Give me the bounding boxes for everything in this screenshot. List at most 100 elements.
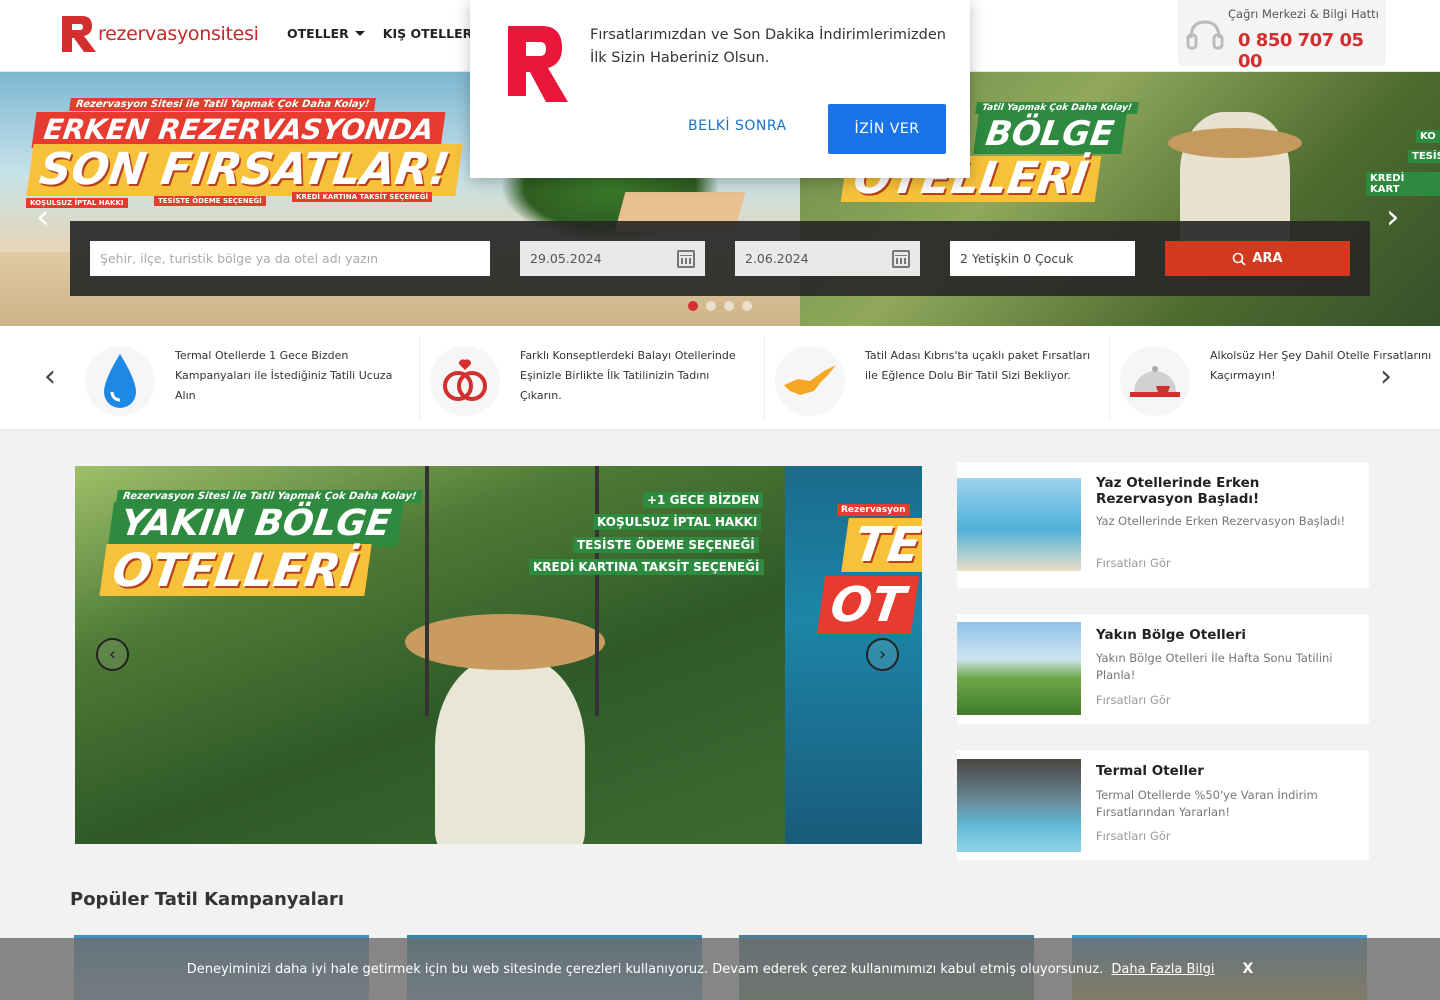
woman-on-swing — [435, 656, 585, 844]
logo-r-icon — [62, 16, 96, 52]
logo-text: rezervasyonsitesi — [98, 23, 259, 45]
hero-left-tagline: Rezervasyon Sitesi ile Tatil Yapmak Çok … — [69, 98, 377, 111]
call-center-box[interactable]: Çağrı Merkezi & Bilgi Hattı 0 850 707 05… — [1178, 0, 1386, 72]
cookie-more-info-link[interactable]: Daha Fazla Bilgi — [1111, 962, 1214, 977]
calendar-icon — [892, 249, 910, 268]
strip-next-arrow[interactable]: › — [1380, 362, 1392, 392]
hero-right-tag-2: TESİS — [1408, 150, 1440, 163]
slide-tag-3: TESİSTE ÖDEME SEÇENEĞİ — [573, 537, 759, 553]
maybe-later-button[interactable]: BELKİ SONRA — [688, 118, 787, 134]
search-button[interactable]: ARA — [1165, 241, 1350, 276]
slide-tag-1: +1 GECE BİZDEN — [643, 492, 764, 508]
card-link[interactable]: Fırsatları Gör — [1096, 829, 1171, 843]
nav-oteller-label: OTELLER — [287, 26, 349, 41]
search-button-label: ARA — [1252, 251, 1283, 266]
guest-selector[interactable]: 2 Yetişkin 0 Çocuk — [950, 241, 1135, 276]
campaign-card[interactable]: Yaz Otellerinde Erken Rezervasyon Başlad… — [957, 462, 1369, 588]
card-description: Termal Otellerde %50'ye Varan İndirim Fı… — [1096, 788, 1318, 819]
hiking-landscape-image — [957, 622, 1081, 715]
hero-left-tag-3: KREDİ KARTINA TAKSİT SEÇENEĞİ — [292, 192, 433, 202]
campaign-card[interactable]: Termal Oteller Termal Otellerde %50'ye V… — [957, 750, 1369, 860]
card-link[interactable]: Fırsatları Gör — [1096, 556, 1171, 570]
checkin-date-input[interactable]: 29.05.2024 — [520, 241, 705, 276]
main-nav: OTELLER KIŞ OTELLERİ — [287, 26, 477, 41]
hero-right-tag-1: KO — [1416, 130, 1440, 143]
hero-prev-arrow[interactable]: ‹ — [36, 200, 50, 234]
hero-right-line1: BÖLGE — [973, 114, 1127, 154]
cyprus-map-icon — [775, 346, 845, 416]
calendar-icon — [677, 249, 695, 268]
slide-line1: YAKIN BÖLGE — [107, 502, 404, 546]
feature-text: Tatil Adası Kıbrıs'ta uçaklı paket Fırsa… — [865, 349, 1091, 382]
feature-text: Termal Otellerde 1 Gece Bizden Kampanyal… — [175, 349, 393, 402]
logo-r-icon — [508, 26, 568, 102]
preview-tag: Rezervasyon — [837, 504, 910, 516]
chevron-down-icon — [354, 31, 365, 36]
hero-left-line2: SON FIRSATLAR! — [26, 144, 463, 196]
feature-text: Farklı Konseptlerdeki Balayı Otellerinde… — [520, 349, 736, 402]
family-beach-image — [957, 478, 1081, 571]
site-logo[interactable]: rezervasyonsitesi — [60, 14, 259, 54]
cookie-text: Deneyiminizi daha iyi hale getirmek için… — [186, 961, 1104, 977]
thermal-pool-image — [957, 759, 1081, 852]
call-center-label: Çağrı Merkezi & Bilgi Hattı — [1228, 7, 1379, 21]
hero-left-tag-2: TESİSTE ÖDEME SEÇENEĞİ — [154, 196, 266, 206]
hero-left-line1: ERKEN REZERVASYONDA — [31, 112, 446, 148]
nav-oteller[interactable]: OTELLER — [287, 26, 365, 41]
hotel-search-bar: Şehir, ilçe, turistik bölge ya da otel a… — [70, 221, 1370, 296]
feature-balayi[interactable]: Farklı Konseptlerdeki Balayı Otellerinde… — [420, 336, 765, 420]
slider-next-button[interactable]: › — [866, 638, 899, 671]
feature-termal[interactable]: Termal Otellerde 1 Gece Bizden Kampanyal… — [75, 336, 420, 420]
hero-next-arrow[interactable]: › — [1386, 200, 1400, 234]
popular-campaigns-title: Popüler Tatil Kampanyaları — [70, 889, 345, 910]
swing-rope-right — [595, 466, 599, 716]
cloche-icon — [1120, 346, 1190, 416]
strip-prev-arrow[interactable]: ‹ — [44, 362, 56, 392]
hero-dots — [688, 301, 752, 311]
slide-tag-2: KOŞULSUZ İPTAL HAKKI — [593, 514, 762, 530]
card-title[interactable]: Termal Oteller — [1096, 763, 1356, 779]
campaign-slider: Rezervasyon Sitesi ile Tatil Yapmak Çok … — [75, 466, 922, 844]
card-description: Yaz Otellerinde Erken Rezervasyon Başlad… — [1096, 514, 1346, 528]
notification-permission-popup: Fırsatlarımızdan ve Son Dakika İndirimle… — [470, 0, 970, 178]
headset-icon — [1186, 20, 1224, 50]
campaign-card[interactable]: Yakın Bölge Otelleri Yakın Bölge Oteller… — [957, 614, 1369, 724]
campaign-slide-next-preview: Rezervasyon TE OT — [785, 466, 922, 844]
checkin-date-value: 29.05.2024 — [530, 251, 602, 266]
destination-input[interactable]: Şehir, ilçe, turistik bölge ya da otel a… — [90, 241, 490, 276]
search-icon — [1233, 252, 1246, 266]
straw-hat — [405, 614, 605, 670]
checkout-date-input[interactable]: 2.06.2024 — [735, 241, 920, 276]
card-title[interactable]: Yakın Bölge Otelleri — [1096, 627, 1356, 643]
slide-line2: OTELLERİ — [99, 543, 372, 597]
cookie-banner: Deneyiminizi daha iyi hale getirmek için… — [0, 938, 1440, 1000]
swing-rope-left — [425, 466, 429, 716]
feature-text: Alkolsüz Her Şey Dahil Otelle Fırsatları… — [1210, 349, 1432, 382]
hero-right-tagline: Tatil Yapmak Çok Daha Kolay! — [975, 102, 1139, 114]
water-drop-icon — [85, 346, 155, 416]
nav-kis-otelleri-label: KIŞ OTELLERİ — [382, 26, 477, 41]
allow-notifications-button[interactable]: İZİN VER — [828, 104, 946, 154]
feature-strip: ‹ Termal Otellerde 1 Gece Bizden Kampany… — [0, 326, 1440, 430]
feature-kibris[interactable]: Tatil Adası Kıbrıs'ta uçaklı paket Fırsa… — [765, 336, 1110, 420]
hero-dot-2[interactable] — [706, 301, 716, 311]
preview-line1: TE — [841, 517, 922, 573]
popup-message: Fırsatlarımızdan ve Son Dakika İndirimle… — [590, 27, 946, 66]
hero-dot-1[interactable] — [688, 301, 698, 311]
slide-tag-4: KREDİ KARTINA TAKSİT SEÇENEĞİ — [529, 559, 764, 575]
wedding-rings-icon — [430, 346, 500, 416]
campaign-slide-image: Rezervasyon Sitesi ile Tatil Yapmak Çok … — [75, 466, 785, 844]
checkout-date-value: 2.06.2024 — [745, 251, 809, 266]
cookie-close-button[interactable]: X — [1242, 961, 1253, 977]
card-link[interactable]: Fırsatları Gör — [1096, 693, 1171, 707]
straw-hat — [1168, 128, 1302, 158]
card-description: Yakın Bölge Otelleri İle Hafta Sonu Tati… — [1096, 651, 1333, 682]
hero-right-tag-3: KREDİ KART — [1366, 172, 1440, 196]
card-title[interactable]: Yaz Otellerinde Erken Rezervasyon Başlad… — [1096, 475, 1356, 507]
call-center-number[interactable]: 0 850 707 05 00 — [1238, 30, 1386, 72]
nav-kis-otelleri[interactable]: KIŞ OTELLERİ — [383, 26, 477, 41]
hero-dot-3[interactable] — [724, 301, 734, 311]
slider-prev-button[interactable]: ‹ — [96, 638, 129, 671]
preview-line2: OT — [816, 576, 919, 634]
hero-dot-4[interactable] — [742, 301, 752, 311]
